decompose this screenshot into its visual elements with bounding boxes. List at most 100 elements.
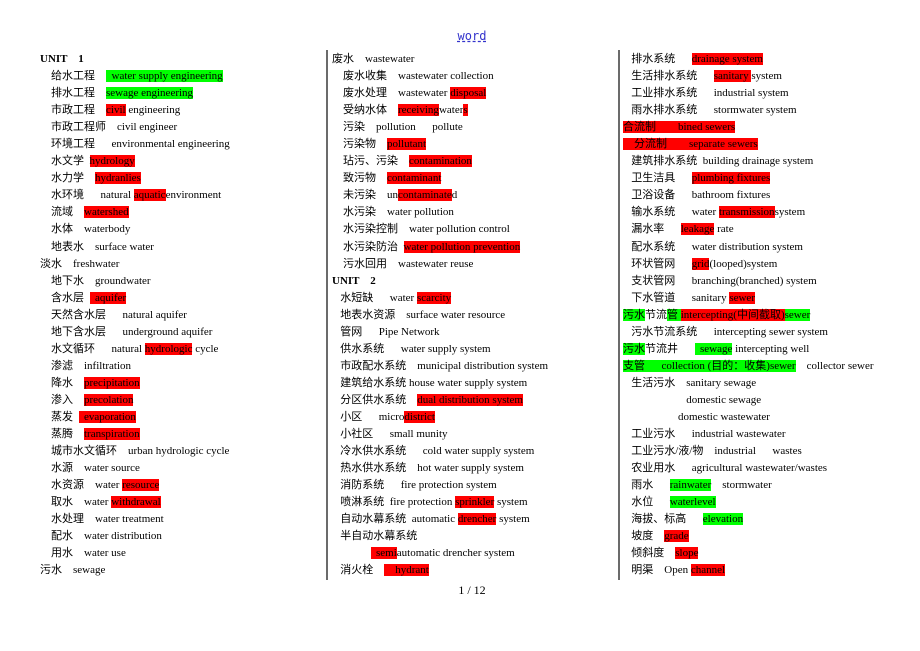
highlighted-term-red: disposal <box>450 87 487 100</box>
term-text: 排水工程 <box>40 87 106 100</box>
term-text: 小区 micro <box>332 410 405 423</box>
term-text: 污水节流系统 intercepting sewer system <box>623 325 828 338</box>
term-text: UNIT 2 <box>332 274 376 287</box>
glossary-line: 明渠 Open channel <box>623 562 915 579</box>
term-text: system <box>494 496 528 509</box>
glossary-line: domestic sewage <box>623 392 915 409</box>
glossary-line: 给水工程 water supply engineering <box>40 68 322 85</box>
term-text: 水文学 <box>40 155 90 168</box>
unit-heading: UNIT 1 <box>40 51 322 68</box>
glossary-line: 喷淋系统 fire protection sprinkler system <box>332 494 614 511</box>
glossary-line: 水环境 natural aquaticenvironment <box>40 187 322 204</box>
glossary-line: 坡度 grade <box>623 528 915 545</box>
term-text: 污水回用 wastewater reuse <box>332 257 474 270</box>
glossary-line: 农业用水 agricultural wastewater/wastes <box>623 460 915 477</box>
glossary-line: 地表水资源 surface water resource <box>332 307 614 324</box>
term-text: 卫生洁具 <box>623 172 692 185</box>
glossary-line: 生活污水 sanitary sewage <box>623 375 915 392</box>
term-text: 节流井 <box>645 342 695 355</box>
term-text: 渗滤 infiltration <box>40 359 132 372</box>
term-text: rate <box>714 223 734 236</box>
glossary-line: 蒸发 evaporation <box>40 409 322 426</box>
term-text: 农业用水 agricultural wastewater/wastes <box>623 462 828 475</box>
highlighted-term-red: hydrology <box>89 155 135 168</box>
term-text: d <box>451 189 458 202</box>
term-text: 建筑排水系统 building drainage system <box>623 155 814 168</box>
highlighted-term-green: sewage engineering <box>106 87 194 100</box>
term-text: (looped)system <box>709 257 778 270</box>
term-text: 节流 <box>645 308 667 321</box>
highlighted-term-red: channel <box>690 564 726 577</box>
glossary-line: 管网 Pipe Network <box>332 324 614 341</box>
glossary-line: 污水回用 wastewater reuse <box>332 256 614 273</box>
highlighted-term-red: dual distribution system <box>417 393 523 406</box>
term-text: 未污染 un <box>332 189 398 202</box>
term-text: 漏水率 <box>623 223 681 236</box>
glossary-line: 渗入 precolation <box>40 392 322 409</box>
header-word-link[interactable]: word <box>0 29 920 43</box>
header-link-text[interactable]: word <box>458 29 487 43</box>
glossary-line: 用水 water use <box>40 545 322 562</box>
glossary-line: 热水供水系统 hot water supply system <box>332 460 614 477</box>
highlighted-term-red: semi <box>370 547 397 560</box>
term-text: 消火栓 <box>332 564 385 577</box>
term-text: 供水系统 water supply system <box>332 342 491 355</box>
glossary-line: 卫生洁具 plumbing fixtures <box>623 170 915 187</box>
term-text: 市政工程 <box>40 104 106 117</box>
column-3: 排水系统 drainage system 生活排水系统 sanitary sys… <box>623 51 915 579</box>
glossary-line: 雨水排水系统 stormwater system <box>623 102 915 119</box>
highlighted-term-red: civil <box>106 104 126 117</box>
unit-heading: UNIT 2 <box>332 273 614 290</box>
term-text: 流域 <box>40 206 84 219</box>
glossary-line: 供水系统 water supply system <box>332 341 614 358</box>
glossary-line: 地下含水层 underground aquifer <box>40 324 322 341</box>
term-text: system <box>496 513 530 526</box>
glossary-line: 工业排水系统 industrial system <box>623 85 915 102</box>
glossary-line: 生活排水系统 sanitary system <box>623 68 915 85</box>
glossary-line: 倾斜度 slope <box>623 545 915 562</box>
glossary-line: semiautomatic drencher system <box>332 545 614 562</box>
term-text: 降水 <box>40 376 84 389</box>
column-2: 废水 wastewater 废水收集 wastewater collection… <box>332 51 614 579</box>
term-text: 淡水 freshwater <box>40 257 120 270</box>
term-text: 工业污水/液/物 industrial wastes <box>623 445 802 458</box>
term-text: water <box>438 104 464 117</box>
glossary-line: 地表水 surface water <box>40 239 322 256</box>
glossary-line: 未污染 uncontaminated <box>332 187 614 204</box>
term-text: 水位 <box>623 496 670 509</box>
glossary-line: 建筑排水系统 building drainage system <box>623 153 915 170</box>
glossary-line: 流域 watershed <box>40 204 322 221</box>
glossary-line: 工业污水 industrial wastewater <box>623 426 915 443</box>
glossary-line: 水体 waterbody <box>40 221 322 238</box>
glossary-line: domestic wastewater <box>623 409 915 426</box>
term-text: 水污染 water pollution <box>332 206 454 219</box>
glossary-line: 水处理 water treatment <box>40 511 322 528</box>
glossary-line: 受纳水体 receivingwaters <box>332 102 614 119</box>
highlighted-term-green: elevation <box>702 513 744 526</box>
term-text: 水短缺 water <box>332 291 417 304</box>
term-text: 建筑给水系统 house water supply system <box>332 376 528 389</box>
term-text: 配水系统 water distribution system <box>623 240 803 253</box>
highlighted-term-red: contaminate <box>398 189 452 202</box>
term-text: 配水 water distribution <box>40 530 162 543</box>
term-text: 海拔、标高 <box>623 513 703 526</box>
term-text: 市政配水系统 municipal distribution system <box>332 359 549 372</box>
glossary-line: 输水系统 water transmissionsystem <box>623 204 915 221</box>
term-text: 分区供水系统 <box>332 393 418 406</box>
term-text: 工业排水系统 industrial system <box>623 87 789 100</box>
highlighted-term-green: 管 <box>667 308 681 321</box>
term-text: 地下水 groundwater <box>40 274 151 287</box>
term-text: 地下含水层 underground aquifer <box>40 325 213 338</box>
glossary-line: 城市水文循环 urban hydrologic cycle <box>40 443 322 460</box>
glossary-line: 水源 water source <box>40 460 322 477</box>
term-text: 取水 water <box>40 496 112 509</box>
glossary-line: 水资源 water resource <box>40 477 322 494</box>
highlighted-term-green: rainwater <box>669 479 712 492</box>
highlighted-term-green: water supply engineering <box>106 70 223 83</box>
term-text: 蒸腾 <box>40 428 84 441</box>
glossary-line: 水污染控制 water pollution control <box>332 221 614 238</box>
term-text: 消防系统 fire protection system <box>332 479 497 492</box>
term-text: stormwater <box>711 479 772 492</box>
glossary-line: 市政工程师 civil engineer <box>40 119 322 136</box>
term-text: 冷水供水系统 cold water supply system <box>332 445 535 458</box>
